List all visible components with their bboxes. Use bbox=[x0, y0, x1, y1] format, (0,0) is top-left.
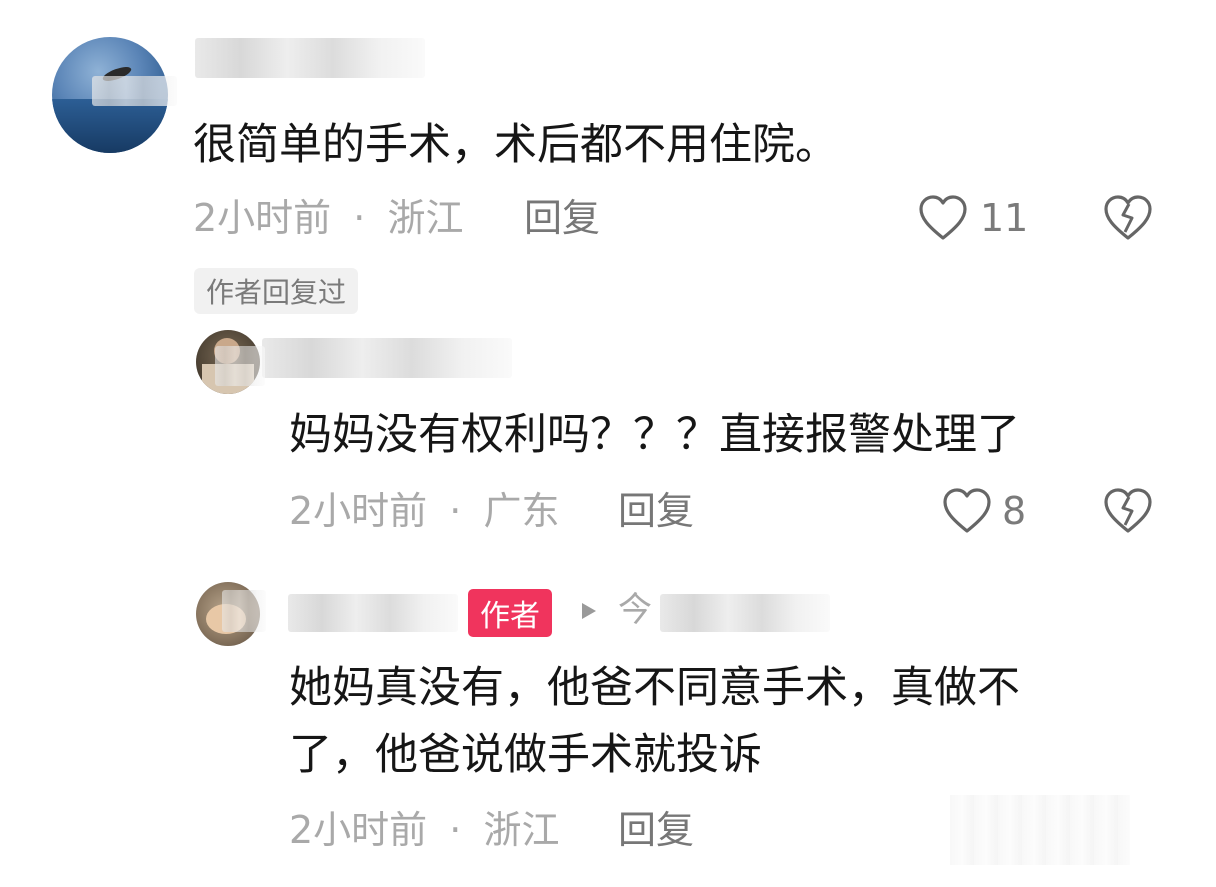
username-blurred-extra bbox=[222, 590, 266, 632]
comment-location: 浙江 bbox=[483, 808, 560, 852]
dislike-button[interactable] bbox=[1103, 487, 1153, 535]
meta-separator: · bbox=[353, 196, 366, 240]
comment-meta: 2小时前 · 浙江 bbox=[193, 195, 463, 241]
play-arrow-icon bbox=[580, 601, 598, 621]
username-blurred[interactable] bbox=[195, 38, 425, 78]
comment-text: 很简单的手术，术后都不用住院。 bbox=[193, 120, 838, 170]
meta-separator: · bbox=[449, 808, 462, 852]
comment-meta: 2小时前 · 浙江 bbox=[289, 807, 559, 853]
username-blurred[interactable] bbox=[262, 338, 512, 378]
username-blurred-extra bbox=[215, 346, 265, 386]
reply-arrow bbox=[580, 601, 598, 621]
broken-heart-icon bbox=[1103, 487, 1153, 535]
dislike-button[interactable] bbox=[1103, 194, 1153, 242]
reply-button[interactable]: 回复 bbox=[618, 807, 694, 853]
reply-to-blurred bbox=[660, 594, 830, 632]
comment-time: 2小时前 bbox=[289, 808, 428, 852]
comment-text: 妈妈没有权利吗？？？直接报警处理了 bbox=[289, 410, 1020, 460]
blurred-overlay-bottom-right bbox=[950, 795, 1130, 865]
comment-location: 广东 bbox=[483, 489, 560, 533]
like-button[interactable] bbox=[918, 194, 968, 242]
comment-text-line1: 她妈真没有，他爸不同意手术，真做不 bbox=[289, 663, 1020, 713]
broken-heart-icon bbox=[1103, 194, 1153, 242]
reply-to-name[interactable]: 今 bbox=[618, 588, 652, 632]
comment-time: 2小时前 bbox=[193, 196, 332, 240]
comment-location: 浙江 bbox=[387, 196, 464, 240]
meta-separator: · bbox=[449, 489, 462, 533]
reply-button[interactable]: 回复 bbox=[618, 488, 694, 534]
like-count: 8 bbox=[1002, 489, 1027, 533]
comment-time: 2小时前 bbox=[289, 489, 428, 533]
reply-button[interactable]: 回复 bbox=[524, 195, 600, 241]
heart-outline-icon bbox=[918, 194, 968, 242]
username-blurred-extra bbox=[92, 76, 177, 106]
comment-text-line2: 了，他爸说做手术就投诉 bbox=[289, 730, 762, 780]
author-badge: 作者 bbox=[468, 589, 552, 637]
author-replied-tag: 作者回复过 bbox=[194, 268, 359, 314]
like-count: 11 bbox=[980, 196, 1029, 240]
heart-outline-icon bbox=[942, 487, 992, 535]
like-button[interactable] bbox=[942, 487, 992, 535]
comment-meta: 2小时前 · 广东 bbox=[289, 488, 559, 534]
username-blurred[interactable] bbox=[288, 594, 458, 632]
